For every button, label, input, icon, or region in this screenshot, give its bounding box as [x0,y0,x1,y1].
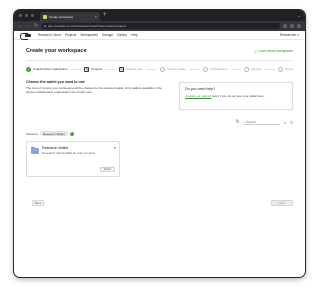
main-nav: Research Cloud Projects Workspaces Stora… [38,33,274,37]
main-content: Create your workspace ⓘ Learn about work… [14,40,305,177]
page-title: Create your workspace [26,48,87,54]
user-name: Researcher [279,33,297,37]
tab-close-icon[interactable]: × [95,14,97,19]
step-connector [189,68,200,70]
browser-extension-icons [283,24,301,28]
browser-window: Create workspace × + ⌄ ← → ↻ ■ app.examp… [14,10,305,277]
forward-arrow-icon[interactable]: → [26,23,31,29]
nav-item-help[interactable]: Help [131,33,138,37]
nav-item-workspaces[interactable]: Workspaces [80,33,97,37]
cloud-icon [159,66,165,72]
list-toolbar: ↻ ⌕ Search × ⚲ [26,118,293,126]
search-input[interactable]: ⌕ Search [243,119,280,125]
profile-icon[interactable] [290,24,294,28]
step-description-title: Choose the wallet you want to use [26,80,85,84]
learn-more-label: Learn about workspaces [258,49,293,53]
tab-title: Create workspace [49,14,74,19]
step-review: Review [244,66,261,72]
browser-tab-bar: Create workspace × + ⌄ [14,10,305,21]
step-cloud-provider: Cloud provider [159,66,186,72]
nav-item-projects[interactable]: Projects [65,33,77,37]
wizard-stepper: ✓ Collaborative organisation ▦ Projects … [26,65,293,73]
wallet-card-description: Research Cloud wallet for team projects [42,151,96,155]
nav-item-gallery[interactable]: Gallery [117,33,127,37]
refresh-icon[interactable]: ↻ [236,119,240,125]
app-logo-icon[interactable] [20,32,32,40]
search-placeholder: Search [246,119,256,124]
folder-icon [31,147,39,154]
support-link[interactable]: Contact our support [185,94,211,98]
nav-item-storage[interactable]: Storage [102,33,113,37]
catalog-icon: ▤ [119,66,124,72]
remove-selection-icon[interactable]: × [69,131,74,136]
nav-item-research-cloud[interactable]: Research Cloud [38,33,61,37]
wizard-footer: Back Next [32,200,293,206]
app-header: Research Cloud Projects Workspaces Stora… [14,31,305,40]
check-icon: ✓ [26,66,31,72]
review-icon [244,66,250,72]
extension-icon[interactable] [283,24,287,28]
new-tab-button[interactable]: + [103,12,107,18]
selection-summary: Selected Research Wallet × [26,131,293,136]
step-name: Name [278,66,293,72]
step-collaborative-organisation[interactable]: ✓ Collaborative organisation [26,66,68,72]
help-text-rest: team if you do not see your wallet here. [211,94,265,98]
chevron-down-icon: ▾ [297,33,299,37]
step-description-text: The cost of running your workspace will … [26,86,162,94]
more-menu-icon[interactable] [297,24,301,28]
url-text: app.example.com/workspaces/create?step=s… [48,24,126,28]
divider [26,60,293,61]
wallet-card-title: Research Wallet [42,146,69,150]
step-connector [230,68,242,70]
help-box: Do you need help? Contact our support te… [179,82,293,110]
address-bar[interactable]: ■ app.example.com/workspaces/create?step… [41,23,280,29]
step-catalog-item: ▤ Catalog item [119,66,143,72]
maximize-window-dot[interactable] [31,14,34,17]
wallet-card[interactable]: Research Wallet Research Cloud wallet fo… [26,141,120,177]
reload-icon[interactable]: ↻ [34,23,38,29]
info-icon: ⓘ [254,49,258,54]
step-connector [70,68,82,70]
step-configuration: Configuration [202,66,228,72]
step-connector [145,68,157,70]
user-menu[interactable]: Researcher ▾ [280,33,299,37]
minimize-window-dot[interactable] [25,14,28,17]
selected-chip: Research Wallet [39,131,68,136]
close-window-dot[interactable] [19,14,22,17]
back-arrow-icon[interactable]: ← [18,23,23,29]
tab-menu-icon[interactable]: ⌄ [298,13,301,18]
select-wallet-button[interactable]: Select [100,167,115,172]
settings-icon [202,66,208,72]
learn-more-link[interactable]: ⓘ Learn about workspaces [254,49,293,54]
step-connector [105,68,116,70]
back-button[interactable]: Back [32,200,44,206]
next-button[interactable]: Next [271,200,293,206]
browser-toolbar: ← → ↻ ■ app.example.com/workspaces/creat… [14,21,305,31]
clear-icon[interactable]: × [284,120,286,125]
favicon-icon [43,14,47,19]
search-icon: ⌕ [243,119,246,124]
chevron-down-icon[interactable]: ▾ [114,145,116,150]
lock-icon: ■ [44,24,47,28]
step-connector [264,68,275,70]
window-controls[interactable] [19,14,34,17]
help-text: Contact our support team if you do not s… [185,94,287,98]
step-description: Choose the wallet you want to use The co… [26,80,166,110]
selected-label: Selected [26,131,38,136]
name-icon [278,66,283,72]
step-projects[interactable]: ▦ Projects [84,66,102,72]
help-title: Do you need help? [185,87,216,91]
grid-icon: ▦ [84,66,90,72]
browser-tab[interactable]: Create workspace × [40,12,100,21]
filter-icon[interactable]: ⚲ [290,120,293,125]
